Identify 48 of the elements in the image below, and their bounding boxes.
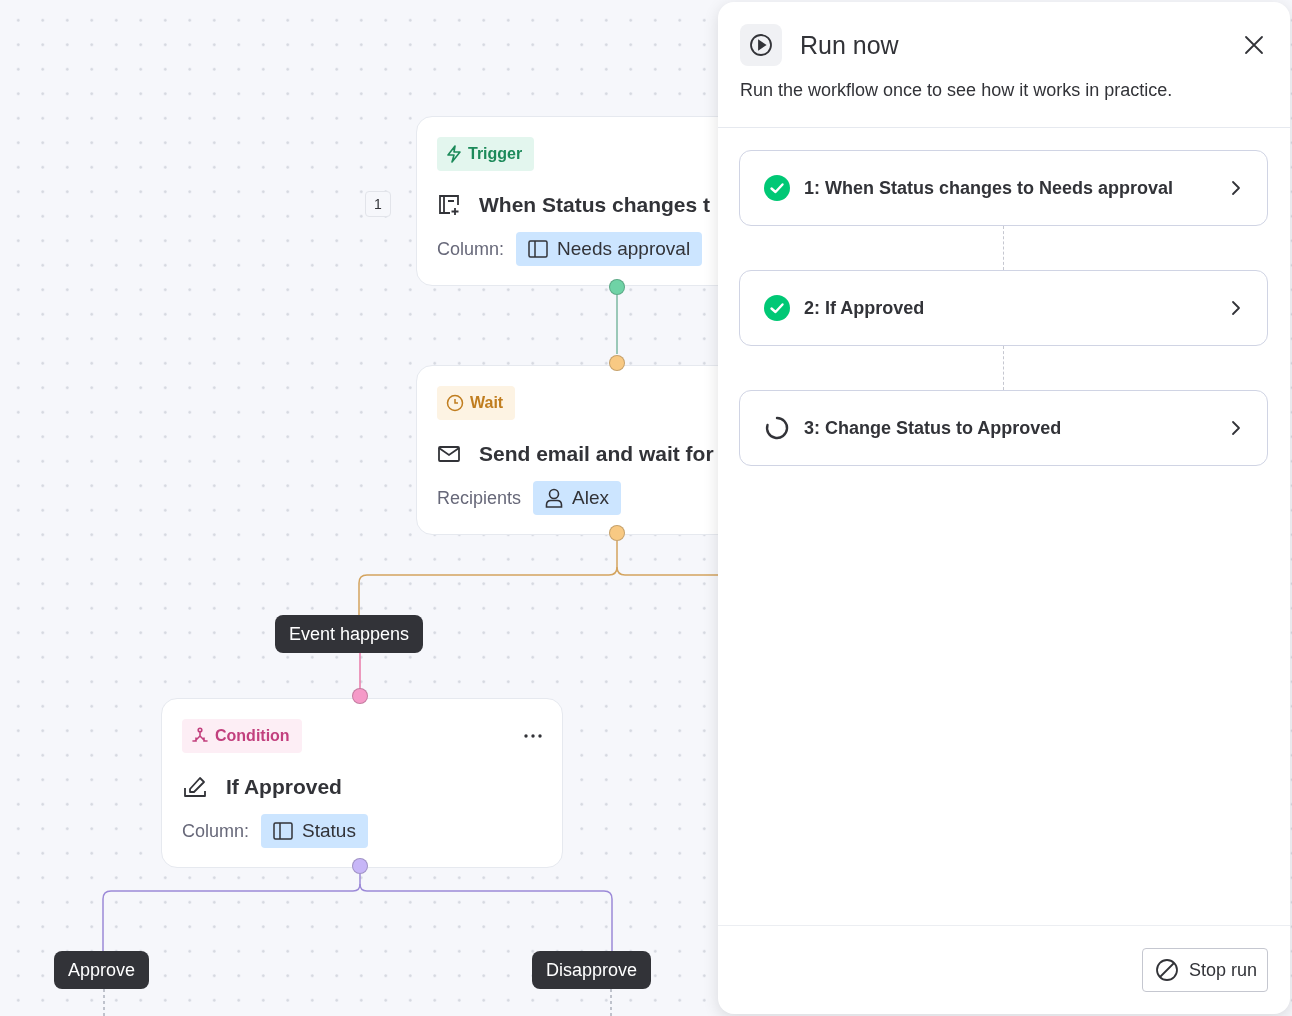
edge-label: Approve (54, 951, 150, 989)
field-label: Column: (182, 820, 250, 842)
lightning-icon (446, 145, 462, 163)
value-chip[interactable]: Alex (533, 481, 621, 515)
connection-handle[interactable] (352, 858, 368, 874)
panel-description: Run the workflow once to see how it works in practice. (740, 80, 1174, 101)
node-type-badge: Condition (182, 719, 302, 753)
edge-label: Disapprove (532, 951, 652, 989)
panel-title: Run now (800, 30, 900, 60)
connection-handle[interactable] (352, 688, 368, 704)
node-type-badge: Trigger (437, 137, 535, 171)
clock-icon (446, 394, 464, 412)
chevron-right-icon (1231, 180, 1241, 196)
edit-icon (182, 775, 208, 799)
field-label: Column: (437, 238, 505, 260)
check-circle-icon (764, 295, 790, 321)
run-step[interactable]: 1: When Status changes to Needs approval (739, 150, 1268, 226)
node-title: When Status changes t (479, 193, 711, 217)
connection-handle[interactable] (609, 355, 625, 371)
connection-handle[interactable] (609, 279, 625, 295)
node-type-badge: Wait (437, 386, 516, 420)
cancel-icon (1154, 958, 1179, 982)
branch-icon (191, 727, 209, 745)
node-card[interactable]: Condition If Approved Column: Status (161, 698, 563, 868)
stop-run-button[interactable]: Stop run (1141, 948, 1268, 992)
step-number: 1 (365, 191, 391, 217)
node-title: If Approved (226, 775, 342, 799)
envelope-icon (437, 444, 461, 464)
table-plus-icon (437, 193, 461, 217)
play-icon (740, 24, 782, 66)
more-icon[interactable] (524, 734, 542, 738)
column-icon (273, 822, 294, 840)
node-title: Send email and wait for (479, 442, 714, 466)
column-icon (528, 240, 549, 258)
value-chip[interactable]: Status (261, 814, 368, 848)
check-circle-icon (764, 175, 790, 201)
run-step[interactable]: 3: Change Status to Approved (739, 390, 1268, 466)
edge-label: Event happens (275, 615, 424, 653)
value-chip[interactable]: Needs approval (516, 232, 703, 266)
chevron-right-icon (1231, 420, 1241, 436)
connection-handle[interactable] (609, 525, 625, 541)
person-icon (545, 488, 564, 508)
run-step[interactable]: 2: If Approved (739, 270, 1268, 346)
spinner-icon (764, 415, 790, 441)
chevron-right-icon (1231, 300, 1241, 316)
node-card[interactable]: Trigger When Status changes t Column: Needs approval (416, 116, 718, 286)
node-card[interactable]: Wait Send email and wait for Recipients Alex (416, 365, 718, 535)
field-label: Recipients (437, 487, 522, 509)
